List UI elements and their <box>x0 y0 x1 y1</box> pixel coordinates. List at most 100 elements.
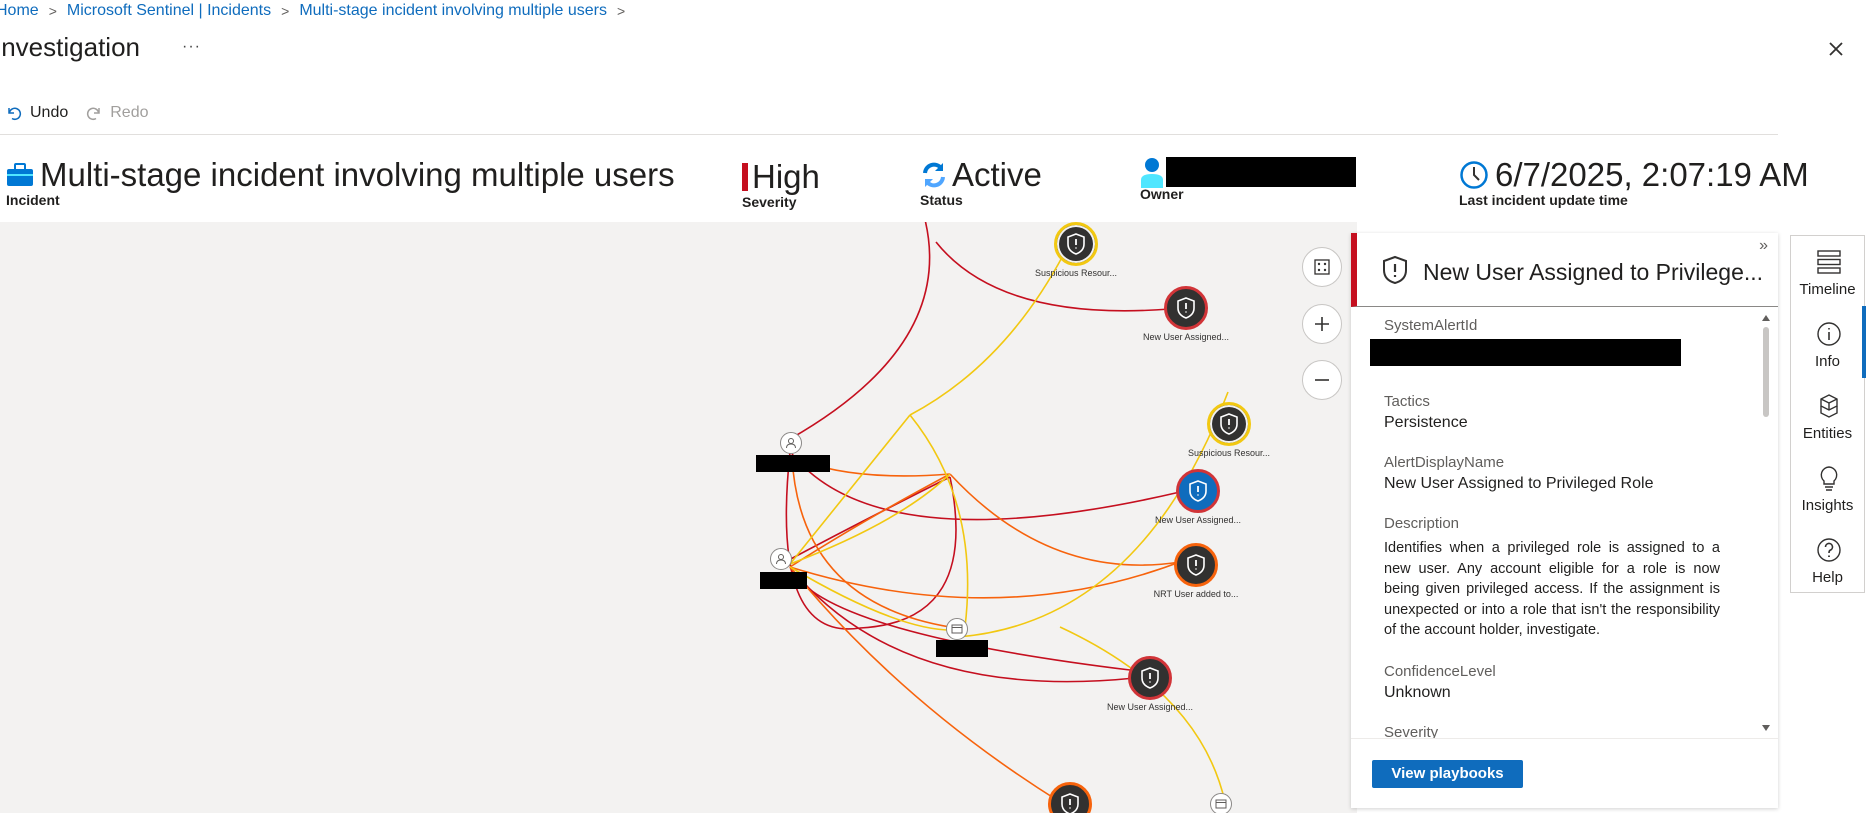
shield-alert-icon <box>1067 233 1085 255</box>
field-value: Persistence <box>1384 414 1468 431</box>
severity-block: High Severity <box>742 158 820 210</box>
alert-node-label: Suspicious Resour... <box>1034 268 1118 278</box>
alert-details-panel: New User Assigned to Privilege... » Syst… <box>1351 233 1778 808</box>
field-system-alert-id: SystemAlertId <box>1370 317 1752 371</box>
rail-item-timeline[interactable]: Timeline <box>1791 236 1864 306</box>
alert-node-label: New User Assigned... <box>1106 702 1194 712</box>
alert-node-label: New User Assigned... <box>1154 515 1242 525</box>
alert-node-suspicious-resource-1[interactable] <box>1054 222 1098 266</box>
refresh-icon <box>923 162 945 188</box>
view-playbooks-button[interactable]: View playbooks <box>1372 760 1523 788</box>
user-icon <box>1141 158 1163 188</box>
owner-label: Owner <box>1140 186 1184 202</box>
shield-alert-icon <box>1187 554 1205 576</box>
severity-value: High <box>752 158 820 195</box>
incident-name: Multi-stage incident involving multiple … <box>40 156 675 193</box>
rail-label: Help <box>1812 569 1843 586</box>
fit-to-screen-button[interactable] <box>1302 247 1342 287</box>
severity-label: Severity <box>742 194 797 210</box>
resource-entity-node[interactable] <box>946 618 968 640</box>
briefcase-icon <box>7 163 33 186</box>
shield-alert-icon <box>1061 793 1079 813</box>
details-scrollbar[interactable] <box>1760 313 1772 733</box>
alert-node-nrt-user-added[interactable] <box>1174 543 1218 587</box>
shield-alert-icon <box>1177 297 1195 319</box>
alert-node-new-user-assigned-1[interactable] <box>1164 286 1208 330</box>
last-update-block: 6/7/2025, 2:07:19 AM Last incident updat… <box>1459 156 1809 208</box>
rail-item-insights[interactable]: Insights <box>1791 452 1864 522</box>
double-chevron-right-icon[interactable]: » <box>1759 237 1768 255</box>
alert-node-new-user-assigned-2[interactable] <box>1128 656 1172 700</box>
last-update-value: 6/7/2025, 2:07:19 AM <box>1495 156 1809 193</box>
investigation-graph[interactable]: Suspicious Resour... New User Assigned..… <box>0 222 1357 813</box>
entities-icon <box>1820 394 1838 418</box>
toolbar: Undo Redo <box>6 104 167 122</box>
field-severity: Severity <box>1384 724 1752 738</box>
zoom-in-button[interactable] <box>1302 304 1342 344</box>
rail-item-entities[interactable]: Entities <box>1791 380 1864 450</box>
breadcrumb: Home > Microsoft Sentinel | Incidents > … <box>0 0 635 22</box>
fit-screen-icon <box>1314 259 1330 275</box>
severity-bar-icon <box>742 163 748 191</box>
breadcrumb-sentinel-incidents[interactable]: Microsoft Sentinel | Incidents <box>67 2 271 20</box>
shield-alert-icon <box>1220 413 1238 435</box>
alert-node-label: New User Assigned... <box>1142 332 1230 342</box>
field-tactics: Tactics Persistence <box>1384 393 1752 432</box>
rail-label: Insights <box>1801 497 1854 514</box>
status-label: Status <box>920 192 963 208</box>
breadcrumb-home[interactable]: Home <box>0 2 39 20</box>
user-icon <box>776 554 786 565</box>
page-title: Investigation <box>0 32 140 62</box>
alert-details-body: SystemAlertId Tactics Persistence AlertD… <box>1370 317 1752 760</box>
field-label: Tactics <box>1384 393 1430 410</box>
alert-node-suspicious-resource-2[interactable] <box>1207 402 1251 446</box>
rail-item-help[interactable]: Help <box>1791 524 1864 594</box>
incident-name-block: Multi-stage incident involving multiple … <box>6 156 675 208</box>
field-description: Description Identifies when a privileged… <box>1384 515 1720 641</box>
breadcrumb-incident[interactable]: Multi-stage incident involving multiple … <box>299 2 607 20</box>
resource-entity-node-bottom[interactable] <box>1210 793 1232 813</box>
help-icon <box>1817 538 1841 562</box>
chevron-right-icon: > <box>617 3 626 19</box>
timeline-icon <box>1817 250 1841 274</box>
user-entity-node-2[interactable] <box>770 548 792 570</box>
redo-button[interactable]: Redo <box>86 104 149 122</box>
more-options-button[interactable]: ··· <box>182 38 201 56</box>
plus-icon <box>1315 317 1329 331</box>
lightbulb-icon <box>1820 466 1838 491</box>
info-icon <box>1817 322 1841 346</box>
window-icon <box>1215 799 1227 809</box>
user-icon <box>786 438 796 449</box>
owner-redacted <box>1166 157 1356 187</box>
minus-icon <box>1315 379 1329 381</box>
alert-details-header: New User Assigned to Privilege... » <box>1351 233 1778 307</box>
owner-block: Owner <box>1140 156 1356 202</box>
rail-label: Info <box>1814 353 1841 370</box>
field-confidence-level: ConfidenceLevel Unknown <box>1384 663 1752 702</box>
status-block: Active Status <box>920 156 1042 208</box>
undo-icon <box>8 107 22 120</box>
alert-node-label: NRT User added to... <box>1153 589 1239 599</box>
undo-button[interactable]: Undo <box>6 104 68 122</box>
scrollbar-graphic <box>1762 315 1770 731</box>
rail-item-info[interactable]: Info <box>1791 308 1864 378</box>
rail-label: Entities <box>1802 425 1853 442</box>
field-value: Unknown <box>1384 683 1451 701</box>
last-update-label: Last incident update time <box>1459 192 1628 208</box>
zoom-out-button[interactable] <box>1302 360 1342 400</box>
field-label: ConfidenceLevel <box>1384 662 1496 680</box>
field-value: Identifies when a privileged role is ass… <box>1384 540 1720 638</box>
field-label: Severity <box>1384 723 1439 738</box>
close-button[interactable] <box>1823 36 1849 62</box>
alert-node-new-user-assigned-selected[interactable] <box>1176 469 1220 513</box>
rail-selected-indicator <box>1862 306 1866 378</box>
side-rail: Timeline Info Entities Insights Help <box>1790 235 1866 594</box>
field-label: SystemAlertId <box>1384 317 1478 334</box>
rail-label: Timeline <box>1799 281 1856 298</box>
graph-edges <box>784 222 1229 803</box>
alert-details-title: New User Assigned to Privilege... <box>1423 259 1764 285</box>
user-entity-node-1[interactable] <box>780 432 802 454</box>
incident-name-label: Incident <box>6 192 60 208</box>
alert-details-footer: View playbooks <box>1351 738 1778 809</box>
status-value: Active <box>952 156 1042 193</box>
